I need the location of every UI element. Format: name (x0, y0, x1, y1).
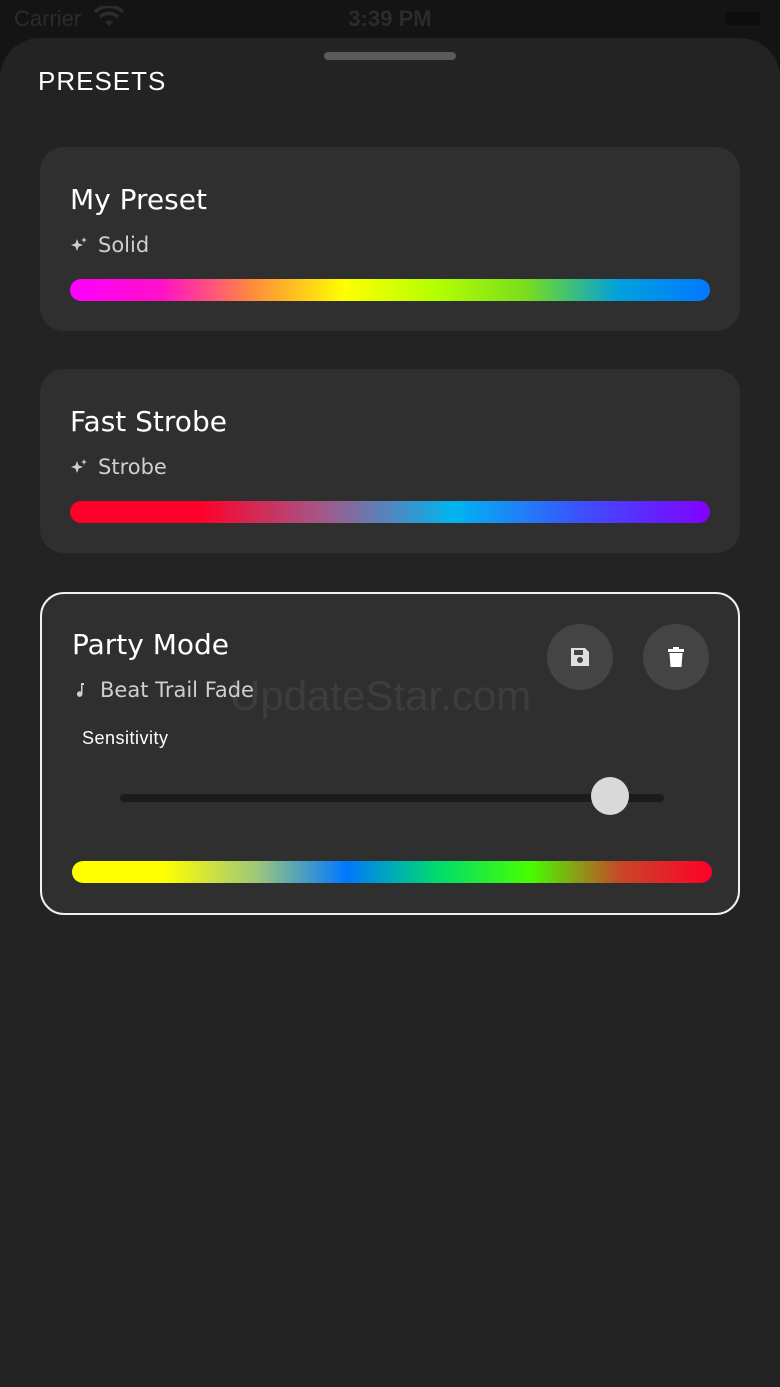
sparkles-icon (71, 237, 87, 251)
preset-mode: Strobe (70, 455, 167, 479)
color-gradient-bar (72, 861, 712, 883)
save-button[interactable] (547, 624, 613, 690)
color-gradient-bar (70, 279, 710, 301)
sheet-grabber[interactable] (324, 52, 456, 60)
preset-name: Fast Strobe (70, 405, 227, 438)
sensitivity-label: Sensitivity (82, 728, 169, 748)
status-bar: Carrier 3:39 PM (0, 0, 780, 40)
page-title: PRESETS (38, 66, 167, 96)
delete-button[interactable] (643, 624, 709, 690)
watermark: UpdateStar.com (230, 672, 532, 719)
preset-mode: Solid (70, 233, 149, 257)
battery-icon (726, 12, 760, 25)
preset-card-fast-strobe[interactable]: Fast Strobe Strobe (40, 369, 740, 553)
save-icon (571, 648, 589, 666)
color-gradient-bar (70, 501, 710, 523)
clock: 3:39 PM (348, 6, 432, 31)
preset-mode-label: Solid (98, 233, 150, 257)
preset-card-my-preset[interactable]: My Preset Solid (40, 147, 740, 331)
preset-mode: Beat Trail Fade (72, 678, 254, 702)
sensitivity-slider-track[interactable] (120, 794, 664, 802)
preset-name: Party Mode (72, 628, 230, 661)
sensitivity-slider-thumb[interactable] (590, 777, 629, 815)
sparkles-icon (71, 459, 87, 473)
preset-mode-label: Strobe (98, 455, 167, 479)
music-note-icon (76, 683, 84, 697)
trash-icon (668, 647, 684, 667)
preset-name: My Preset (70, 183, 207, 216)
preset-card-party-mode[interactable]: Party Mode Beat Trail Fade Sensitivity (40, 592, 740, 915)
